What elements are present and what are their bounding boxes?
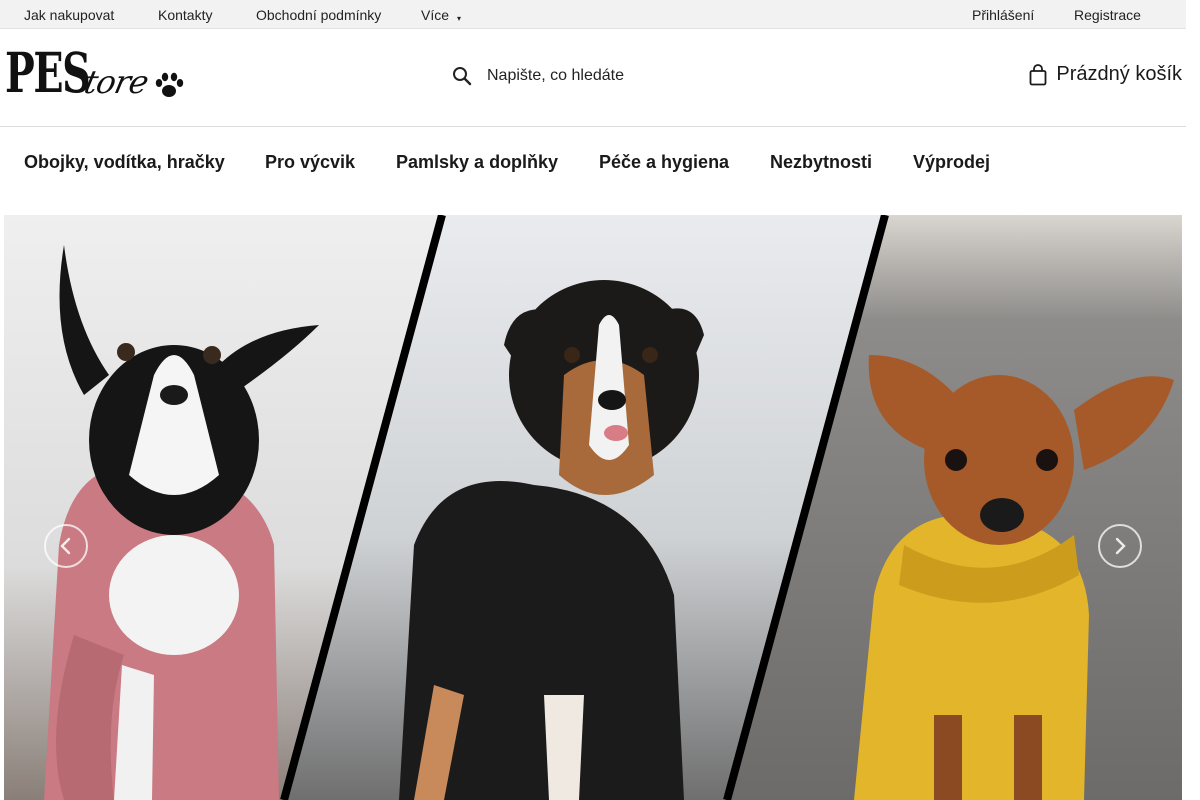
shopping-bag-icon [1029,63,1047,85]
link-terms[interactable]: Obchodní podmínky [256,7,381,23]
site-header: PES tore Napište, co hledáte Prázdný koš… [0,29,1186,127]
carousel-next-button[interactable] [1098,524,1142,568]
chevron-down-icon: ▾ [457,14,462,23]
top-utility-bar: Jak nakupovat Kontakty Obchodní podmínky… [0,0,1186,29]
cart-button[interactable]: Prázdný košík [1029,63,1182,86]
paw-icon [155,72,184,97]
chevron-right-icon [1115,537,1126,555]
nav-item-collars-leashes-toys[interactable]: Obojky, vodítka, hračky [24,152,225,173]
nav-item-essentials[interactable]: Nezbytnosti [770,152,872,173]
link-more[interactable]: Více ▾ [421,7,461,23]
link-contacts[interactable]: Kontakty [158,7,212,23]
search-box[interactable]: Napište, co hledáte [452,59,712,93]
register-link[interactable]: Registrace [1074,7,1141,23]
search-input[interactable]: Napište, co hledáte [487,67,624,85]
logo-script-text: tore [80,63,152,101]
nav-item-training[interactable]: Pro výcvik [265,152,355,173]
hero-carousel[interactable] [4,215,1182,800]
link-more-label: Více [421,7,450,23]
carousel-prev-button[interactable] [44,524,88,568]
nav-item-sale[interactable]: Výprodej [913,152,990,173]
search-icon[interactable] [452,66,472,86]
carousel-slide-image [4,215,1182,800]
nav-item-treats-supplements[interactable]: Pamlsky a doplňky [396,152,558,173]
cart-label: Prázdný košík [1056,63,1182,85]
login-link[interactable]: Přihlášení [972,7,1034,23]
nav-item-care-hygiene[interactable]: Péče a hygiena [599,152,729,173]
chevron-left-icon [60,537,71,555]
main-navigation: Obojky, vodítka, hračky Pro výcvik Pamls… [0,127,1186,215]
pestore-logo[interactable]: PES tore [5,43,185,103]
link-how-to-shop[interactable]: Jak nakupovat [24,7,114,23]
logo-main-text: PES [5,40,91,105]
